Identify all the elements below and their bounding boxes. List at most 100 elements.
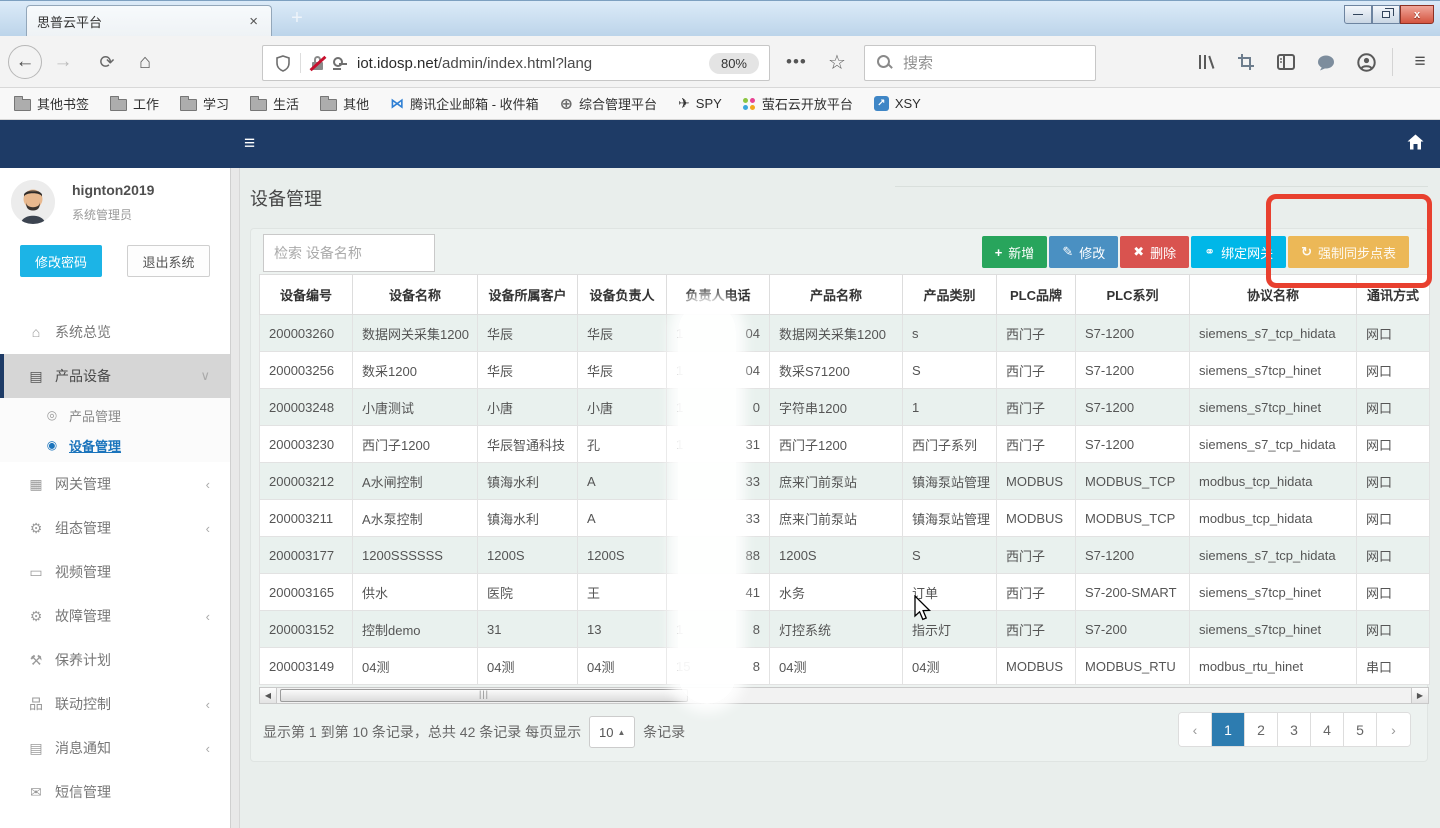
bookmark-mgmt-platform[interactable]: ⊕综合管理平台	[560, 94, 657, 114]
sidebar-item-message-notify[interactable]: ▤ 消息通知 ‹	[0, 726, 230, 770]
new-tab-button[interactable]: +	[284, 7, 310, 31]
link-icon: ⚭	[1204, 244, 1215, 260]
app-home-icon[interactable]	[1407, 134, 1424, 150]
url-path: /admin/index.html?lang	[438, 55, 592, 72]
page-size-select[interactable]: 10 ▲	[589, 716, 635, 748]
sidebar-item-overview[interactable]: ⌂ 系统总览	[0, 310, 230, 354]
device-search-input[interactable]	[263, 234, 435, 272]
restore-button[interactable]	[1372, 5, 1400, 24]
next-page-button[interactable]: ›	[1377, 713, 1410, 746]
table-row[interactable]: 200003165 供水 医院 王 41 水务 订单 西门子 S7-200-SM…	[260, 574, 1430, 611]
gateway-icon: ▦	[25, 476, 47, 493]
col-device-name[interactable]: 设备名称	[353, 275, 478, 315]
page-button-2[interactable]: 2	[1245, 713, 1278, 746]
sidebar-item-config-mgmt[interactable]: ⚙ 组态管理 ‹	[0, 506, 230, 550]
library-icon[interactable]	[1193, 36, 1219, 88]
forward-button[interactable]: →	[50, 36, 76, 88]
sidebar-item-product-device[interactable]: ▤ 产品设备 ∨	[0, 354, 230, 398]
sidebar-item-space-mgmt[interactable]: ▦ 空间管理	[0, 814, 230, 828]
insecure-lock-icon[interactable]	[310, 56, 325, 71]
table-row[interactable]: 200003256 数采1200 华辰 华辰 104 数采S71200 S 西门…	[260, 352, 1430, 389]
sidebar-menu: ⌂ 系统总览 ▤ 产品设备 ∨ ◎ 产品管理 ◉ 设备管理 ▦ 网关	[0, 310, 230, 828]
table-row[interactable]: 200003149 04测 04测 04测 158 04测 04测 MODBUS…	[260, 648, 1430, 685]
col-customer[interactable]: 设备所属客户	[478, 275, 578, 315]
account-icon[interactable]	[1353, 36, 1379, 88]
main-content: 设备管理 + 新增 ✎ 修改 ✖ 删除 ⚭ 绑定网关	[240, 168, 1440, 828]
col-owner[interactable]: 设备负责人	[578, 275, 667, 315]
col-category[interactable]: 产品类别	[903, 275, 997, 315]
sidebar-collapse-icon[interactable]: ≡	[244, 133, 255, 155]
product-device-submenu: ◎ 产品管理 ◉ 设备管理	[0, 398, 230, 462]
edit-button[interactable]: ✎ 修改	[1049, 236, 1118, 268]
scroll-left-arrow[interactable]: ◀	[260, 688, 277, 703]
table-row[interactable]: 200003152 控制demo 31 13 18 灯控系统 指示灯 西门子 S…	[260, 611, 1430, 648]
bookmark-star-icon[interactable]: ☆	[828, 36, 846, 88]
sidebar-item-product-mgmt[interactable]: ◎ 产品管理	[0, 400, 230, 430]
back-button[interactable]: ←	[8, 36, 42, 88]
mouse-cursor	[913, 595, 933, 623]
url-text[interactable]: iot.idosp.net/admin/index.html?lang	[357, 55, 709, 72]
bookmark-folder-life[interactable]: 生活	[250, 94, 299, 113]
permissions-icon[interactable]	[333, 57, 348, 70]
sidebar-item-device-mgmt[interactable]: ◉ 设备管理	[0, 430, 230, 460]
table-row[interactable]: 200003230 西门子1200 华辰智通科技 孔 131 西门子1200 西…	[260, 426, 1430, 463]
sidebar-toggle-icon[interactable]	[1273, 36, 1299, 88]
add-button[interactable]: + 新增	[982, 236, 1048, 268]
minimize-button[interactable]: —	[1344, 5, 1372, 24]
table-row[interactable]: 200003260 数据网关采集1200 华辰 华辰 104 数据网关采集120…	[260, 315, 1430, 352]
pocket-chat-icon[interactable]	[1313, 36, 1339, 88]
table-row[interactable]: 200003212 A水闸控制 镇海水利 A 33 庶来门前泵站 镇海泵站管理 …	[260, 463, 1430, 500]
browser-search-box[interactable]	[864, 45, 1096, 81]
change-password-button[interactable]: 修改密码	[20, 245, 102, 277]
bookmark-folder-study[interactable]: 学习	[180, 94, 229, 113]
scroll-right-arrow[interactable]: ▶	[1411, 688, 1428, 703]
delete-button[interactable]: ✖ 删除	[1120, 236, 1189, 268]
sidebar-scrollbar[interactable]	[230, 168, 240, 828]
browser-tab[interactable]: 思普云平台 ×	[26, 5, 272, 37]
browser-home-button[interactable]: ⌂	[132, 36, 158, 88]
sidebar-item-gateway-mgmt[interactable]: ▦ 网关管理 ‹	[0, 462, 230, 506]
bookmark-xsy[interactable]: ↗XSY	[874, 96, 921, 111]
bookmark-folder-misc[interactable]: 其他	[320, 94, 369, 113]
sidebar-item-maintenance-plan[interactable]: ⚒ 保养计划	[0, 638, 230, 682]
url-bar[interactable]: iot.idosp.net/admin/index.html?lang 80%	[262, 45, 770, 81]
page-button-1[interactable]: 1	[1212, 713, 1245, 746]
device-panel: + 新增 ✎ 修改 ✖ 删除 ⚭ 绑定网关 ↻ 强制同步点表	[250, 228, 1428, 762]
col-device-id[interactable]: 设备编号	[260, 275, 353, 315]
prev-page-button[interactable]: ‹	[1179, 713, 1212, 746]
sidebar-item-fault-mgmt[interactable]: ⚙ 故障管理 ‹	[0, 594, 230, 638]
table-row[interactable]: 200003211 A水泵控制 镇海水利 A 33 庶来门前泵站 镇海泵站管理 …	[260, 500, 1430, 537]
col-plc-brand[interactable]: PLC品牌	[997, 275, 1076, 315]
bookmark-ezviz[interactable]: 萤石云开放平台	[743, 94, 853, 113]
bookmark-folder-work[interactable]: 工作	[110, 94, 159, 113]
horizontal-scrollbar[interactable]: ◀ ▶	[259, 687, 1429, 704]
chevron-left-icon: ‹	[206, 609, 210, 624]
page-button-3[interactable]: 3	[1278, 713, 1311, 746]
table-row[interactable]: 200003177 1200SSSSSS 1200S 1200S 88 1200…	[260, 537, 1430, 574]
header-divider	[895, 186, 1428, 187]
col-plc-series[interactable]: PLC系列	[1076, 275, 1190, 315]
zoom-level-badge[interactable]: 80%	[709, 53, 759, 74]
page-button-4[interactable]: 4	[1311, 713, 1344, 746]
scrollbar-thumb[interactable]	[280, 689, 688, 702]
monitor-icon: ▭	[25, 564, 47, 581]
browser-search-input[interactable]	[903, 55, 1063, 72]
sidebar-item-sms-mgmt[interactable]: ✉ 短信管理	[0, 770, 230, 814]
shield-icon[interactable]	[275, 55, 291, 72]
close-button[interactable]: x	[1400, 5, 1434, 24]
logout-button[interactable]: 退出系统	[127, 245, 210, 277]
screenshot-crop-icon[interactable]	[1233, 36, 1259, 88]
sidebar-item-linkage-control[interactable]: 品 联动控制 ‹	[0, 682, 230, 726]
reload-button[interactable]: ⟳	[94, 36, 120, 88]
bookmark-folder-other[interactable]: 其他书签	[14, 94, 89, 113]
page-button-5[interactable]: 5	[1344, 713, 1377, 746]
table-row[interactable]: 200003248 小唐测试 小唐 小唐 10 字符串1200 1 西门子 S7…	[260, 389, 1430, 426]
tab-close-icon[interactable]: ×	[246, 13, 261, 30]
col-product[interactable]: 产品名称	[770, 275, 903, 315]
menu-hamburger-icon[interactable]: ≡	[1406, 36, 1434, 88]
bookmark-spy[interactable]: ✈SPY	[678, 95, 722, 112]
page-actions-icon[interactable]: •••	[786, 36, 807, 88]
bookmark-tencent-mail[interactable]: ⋈腾讯企业邮箱 - 收件箱	[390, 94, 539, 113]
sidebar-item-video-mgmt[interactable]: ▭ 视频管理	[0, 550, 230, 594]
page-title: 设备管理	[250, 185, 322, 211]
